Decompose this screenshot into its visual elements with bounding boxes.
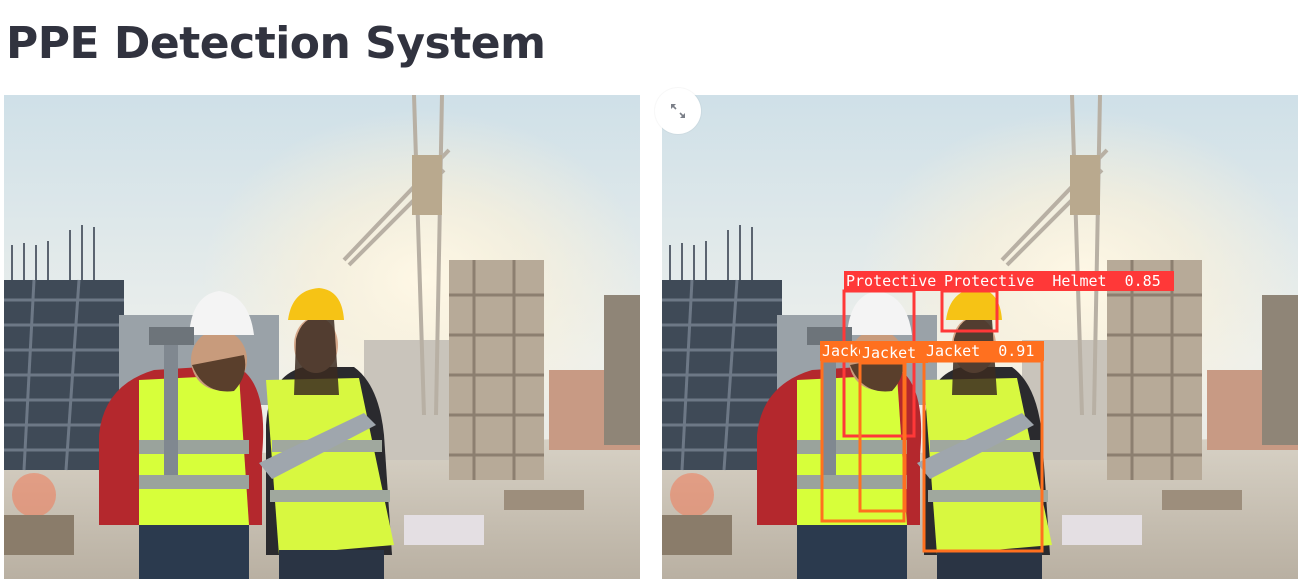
fullscreen-expand-icon — [671, 104, 685, 118]
detection-label: Protective — [846, 272, 936, 290]
detection-label: Jacket — [862, 344, 916, 362]
original-image — [4, 95, 640, 579]
detection-result-image: Protective Protective Helmet 0.85 Jacket 0… — [662, 95, 1298, 579]
detection-label: Jacket 0.91 — [926, 342, 1034, 360]
page-title: PPE Detection System — [6, 18, 546, 69]
fullscreen-expand-button[interactable] — [655, 88, 701, 134]
detection-label: Protective Helmet 0.85 — [944, 272, 1161, 290]
